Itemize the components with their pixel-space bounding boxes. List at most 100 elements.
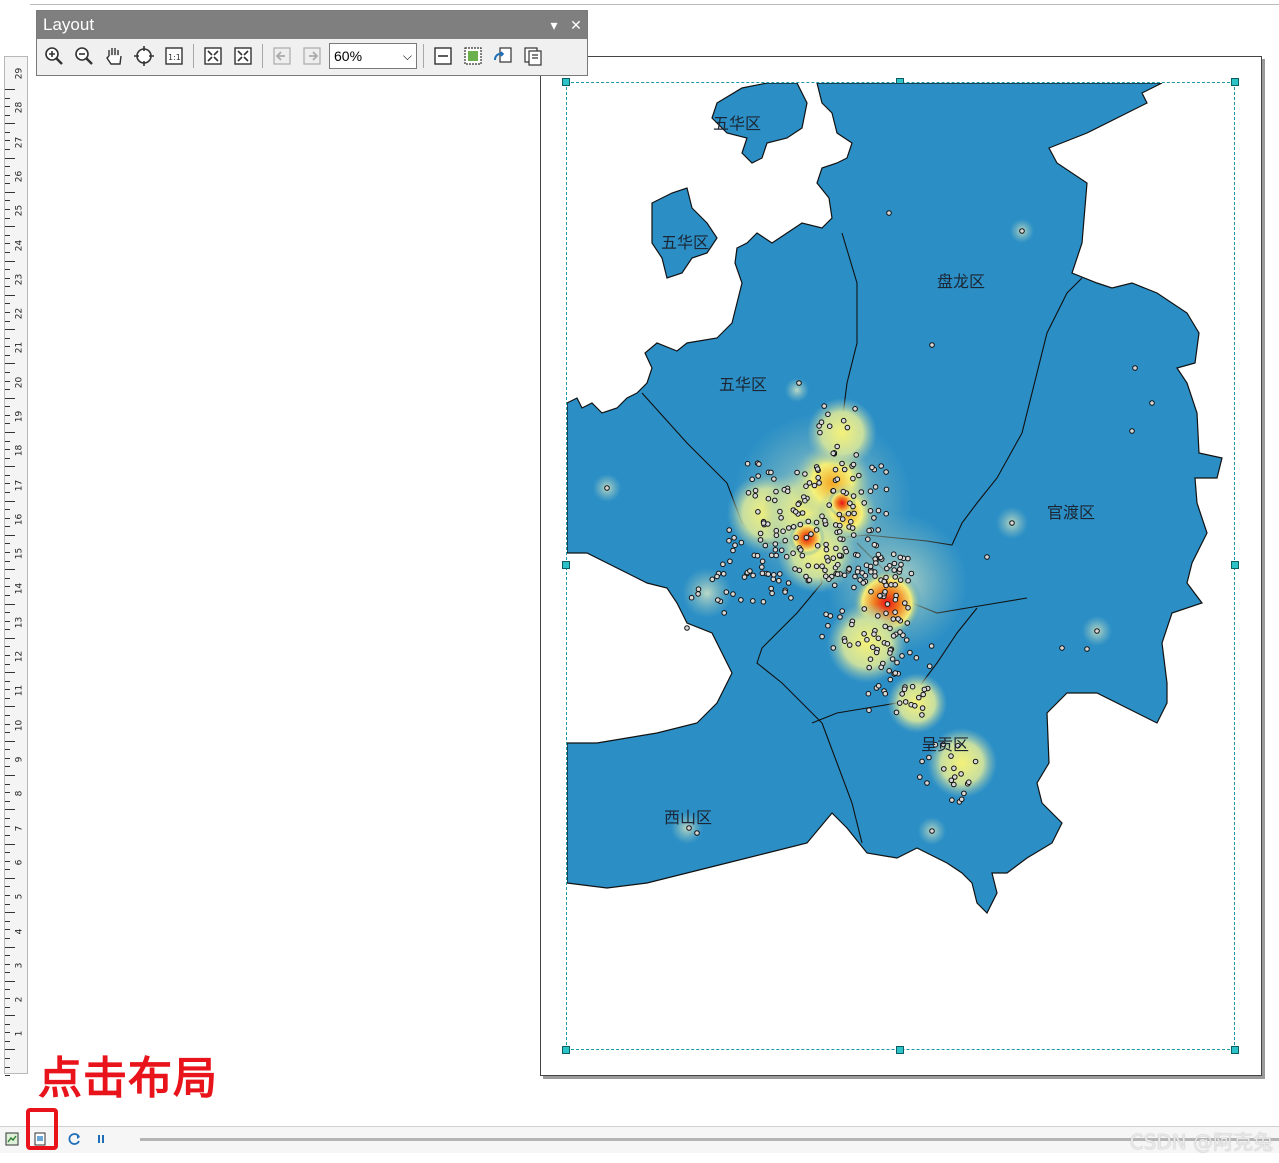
ruler-tick-label: 16 <box>14 513 25 526</box>
incident-point <box>780 528 786 535</box>
label-panlong: 盘龙区 <box>937 272 985 291</box>
incident-point <box>866 664 873 671</box>
toggle-draft-button[interactable] <box>430 43 456 69</box>
annotation-text: 点击布局 <box>38 1053 218 1104</box>
ruler-mark <box>5 123 15 125</box>
focus-data-frame-button[interactable] <box>460 43 486 69</box>
incident-point <box>863 562 870 569</box>
toolbar-separator <box>423 44 424 68</box>
ruler-mark <box>5 89 15 90</box>
incident-point <box>908 570 915 577</box>
incident-point <box>892 670 899 676</box>
fixed-zoom-out-button[interactable] <box>230 43 256 69</box>
incident-point <box>769 590 775 597</box>
incident-point <box>771 572 777 578</box>
incident-point <box>843 548 850 555</box>
zoom-out-button[interactable] <box>71 43 97 69</box>
zoom-in-button[interactable] <box>41 43 67 69</box>
ruler-mark <box>5 706 15 708</box>
dropdown-arrow-icon[interactable]: ▾ <box>543 17 565 34</box>
data-view-button[interactable] <box>4 1131 20 1147</box>
incident-point <box>867 656 874 663</box>
ruler-mark <box>5 646 10 648</box>
pan-button[interactable] <box>101 43 127 69</box>
incident-point <box>883 510 890 517</box>
incident-point <box>868 569 874 575</box>
horizontal-scrollbar[interactable] <box>140 1138 1279 1141</box>
incident-point <box>941 766 947 772</box>
incident-point <box>902 699 909 705</box>
zoom-100-button[interactable]: 1:1 <box>161 43 187 69</box>
incident-point <box>759 558 766 565</box>
incident-point <box>750 572 756 579</box>
incident-point <box>805 562 811 569</box>
label-chenggong: 呈贡区 <box>921 735 969 754</box>
incident-point <box>884 565 890 572</box>
incident-point <box>811 482 818 489</box>
incident-point <box>778 547 785 554</box>
ruler-mark <box>5 354 10 356</box>
incident-point <box>802 471 808 477</box>
forward-extent-button[interactable] <box>299 43 325 69</box>
incident-point <box>709 576 716 583</box>
toggle-draft-icon <box>434 47 452 65</box>
data-driven-pages-button[interactable] <box>520 43 546 69</box>
ruler-mark <box>5 534 15 536</box>
incident-point <box>759 570 766 577</box>
incident-point <box>861 631 867 637</box>
ruler-mark <box>5 466 15 468</box>
refresh-button[interactable] <box>67 1131 83 1147</box>
incident-point <box>1129 428 1135 434</box>
incident-point <box>823 541 829 548</box>
ruler-mark <box>5 766 10 768</box>
incident-point <box>741 574 748 580</box>
incident-point <box>794 469 800 476</box>
full-extent-button[interactable] <box>131 43 157 69</box>
incident-point <box>826 502 833 508</box>
incident-point <box>850 493 857 499</box>
incident-point <box>770 576 777 583</box>
incident-point <box>805 518 812 525</box>
change-layout-button[interactable] <box>490 43 516 69</box>
back-extent-button[interactable] <box>269 43 295 69</box>
pause-drawing-button[interactable] <box>93 1131 109 1147</box>
close-icon[interactable]: ✕ <box>565 17 587 34</box>
ruler-mark <box>5 457 10 459</box>
toolbar-separator <box>262 44 263 68</box>
incident-point <box>921 686 928 693</box>
incident-point <box>773 532 780 539</box>
layout-toolbar[interactable]: Layout ▾ ✕ 1:1 60% ⌵ <box>36 10 588 76</box>
incident-point <box>604 485 610 491</box>
toolbar-titlebar[interactable]: Layout ▾ ✕ <box>37 11 587 39</box>
incident-point <box>865 690 872 697</box>
incident-point <box>768 552 775 559</box>
ruler-tick-label: 7 <box>14 825 25 831</box>
zoom-percent-select[interactable]: 60% ⌵ <box>329 43 417 69</box>
incident-point <box>860 580 867 586</box>
incident-point <box>715 597 721 603</box>
incident-point <box>747 568 753 574</box>
incident-point <box>1019 228 1025 234</box>
ruler-mark <box>5 955 10 957</box>
incident-point <box>836 552 843 559</box>
incident-point <box>796 380 802 386</box>
incident-point <box>846 566 852 572</box>
incident-point <box>837 614 843 620</box>
incident-point <box>882 623 889 630</box>
ruler-mark <box>5 714 10 716</box>
kernel-density-map: 五华区 五华区 盘龙区 五华区 官渡区 呈贡区 西山区 <box>567 83 1223 915</box>
ruler-mark <box>5 371 10 373</box>
incident-point <box>814 466 821 472</box>
incident-point <box>821 403 828 409</box>
ruler-mark <box>5 809 15 811</box>
incident-point <box>760 599 767 605</box>
incident-point <box>899 691 906 697</box>
fixed-zoom-in-button[interactable] <box>200 43 226 69</box>
incident-point <box>834 476 841 483</box>
incident-point <box>822 567 828 574</box>
incident-point <box>897 554 904 561</box>
ruler-mark <box>5 672 15 674</box>
ruler-tick-label: 22 <box>14 307 25 320</box>
incident-point <box>903 637 910 643</box>
incident-point <box>909 683 916 690</box>
